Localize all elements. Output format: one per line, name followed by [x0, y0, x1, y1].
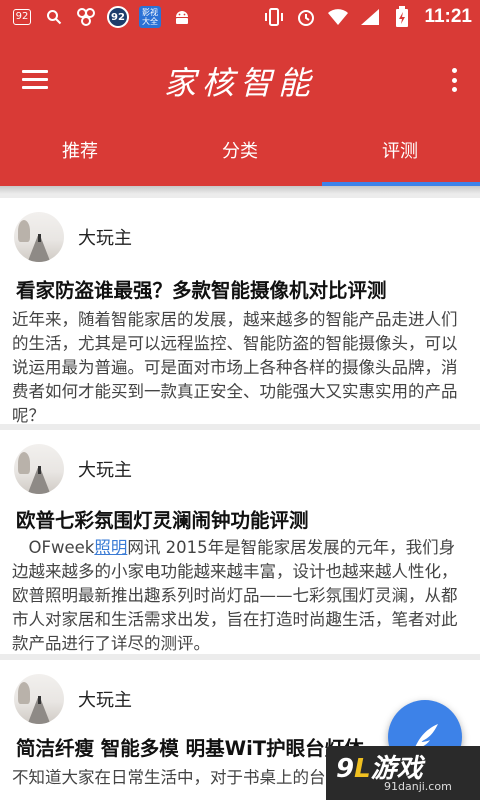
article-summary: 近年来，随着智能家居的发展，越来越多的智能产品走进人们的生活，尤其是可以远程监控… [12, 310, 458, 425]
tab-category[interactable]: 分类 [160, 130, 320, 186]
video-app-icon: 影视大全 [138, 5, 162, 29]
avatar[interactable] [14, 444, 64, 494]
watermark-text: 9 [336, 754, 355, 784]
vibrate-icon [262, 5, 286, 29]
avatar[interactable] [14, 212, 64, 262]
clock: 11:21 [424, 6, 472, 27]
author-name[interactable]: 大玩主 [78, 456, 132, 482]
wifi-icon [326, 5, 350, 29]
summary-text: OFweek [12, 538, 95, 557]
speed-92-icon: 92 [106, 5, 130, 29]
watermark-letter: L [354, 754, 371, 784]
alarm-icon [294, 5, 318, 29]
article-summary: OFweek照明网讯 2015年是智能家居发展的元年，我们身边越来越多的小家电功… [12, 536, 468, 656]
more-options-button[interactable] [446, 64, 462, 96]
author-name[interactable]: 大玩主 [78, 686, 132, 712]
article-title[interactable]: 看家防盗谁最强？多款智能摄像机对比评测 [16, 274, 387, 303]
app-title: 家核智能 [163, 64, 316, 102]
notification-92-icon: 92 [10, 5, 34, 29]
article-title[interactable]: 欧普七彩氛围灯灵澜闹钟功能评测 [16, 504, 309, 533]
search-icon [42, 5, 66, 29]
author-name[interactable]: 大玩主 [78, 224, 132, 250]
app-bar: 家核智能 [0, 34, 480, 130]
tab-recommend[interactable]: 推荐 [0, 130, 160, 186]
article-title[interactable]: 简洁纤瘦 智能多模 明基WiT护眼台灯体 [16, 732, 364, 761]
avatar[interactable] [14, 674, 64, 724]
app-icon [74, 5, 98, 29]
author-row: 大玩主 [14, 212, 132, 262]
status-bar: 92 92 影视大全 11:21 [0, 0, 480, 34]
article-card[interactable]: 大玩主 欧普七彩氛围灯灵澜闹钟功能评测 OFweek照明网讯 2015年是智能家… [0, 430, 480, 654]
battery-icon [390, 5, 414, 29]
article-card[interactable]: 大玩主 看家防盗谁最强？多款智能摄像机对比评测 近年来，随着智能家居的发展，越来… [0, 198, 480, 425]
tab-review[interactable]: 评测 [320, 130, 480, 186]
site-watermark: 9L游戏 91danji.com [326, 746, 480, 800]
watermark-url: 91danji.com [384, 780, 452, 793]
tab-shadow [0, 186, 480, 194]
tab-bar: 推荐 分类 评测 [0, 130, 480, 186]
author-row: 大玩主 [14, 444, 132, 494]
android-icon [170, 5, 194, 29]
keyword-link[interactable]: 照明 [94, 538, 127, 557]
author-row: 大玩主 [14, 674, 132, 724]
signal-icon [358, 5, 382, 29]
